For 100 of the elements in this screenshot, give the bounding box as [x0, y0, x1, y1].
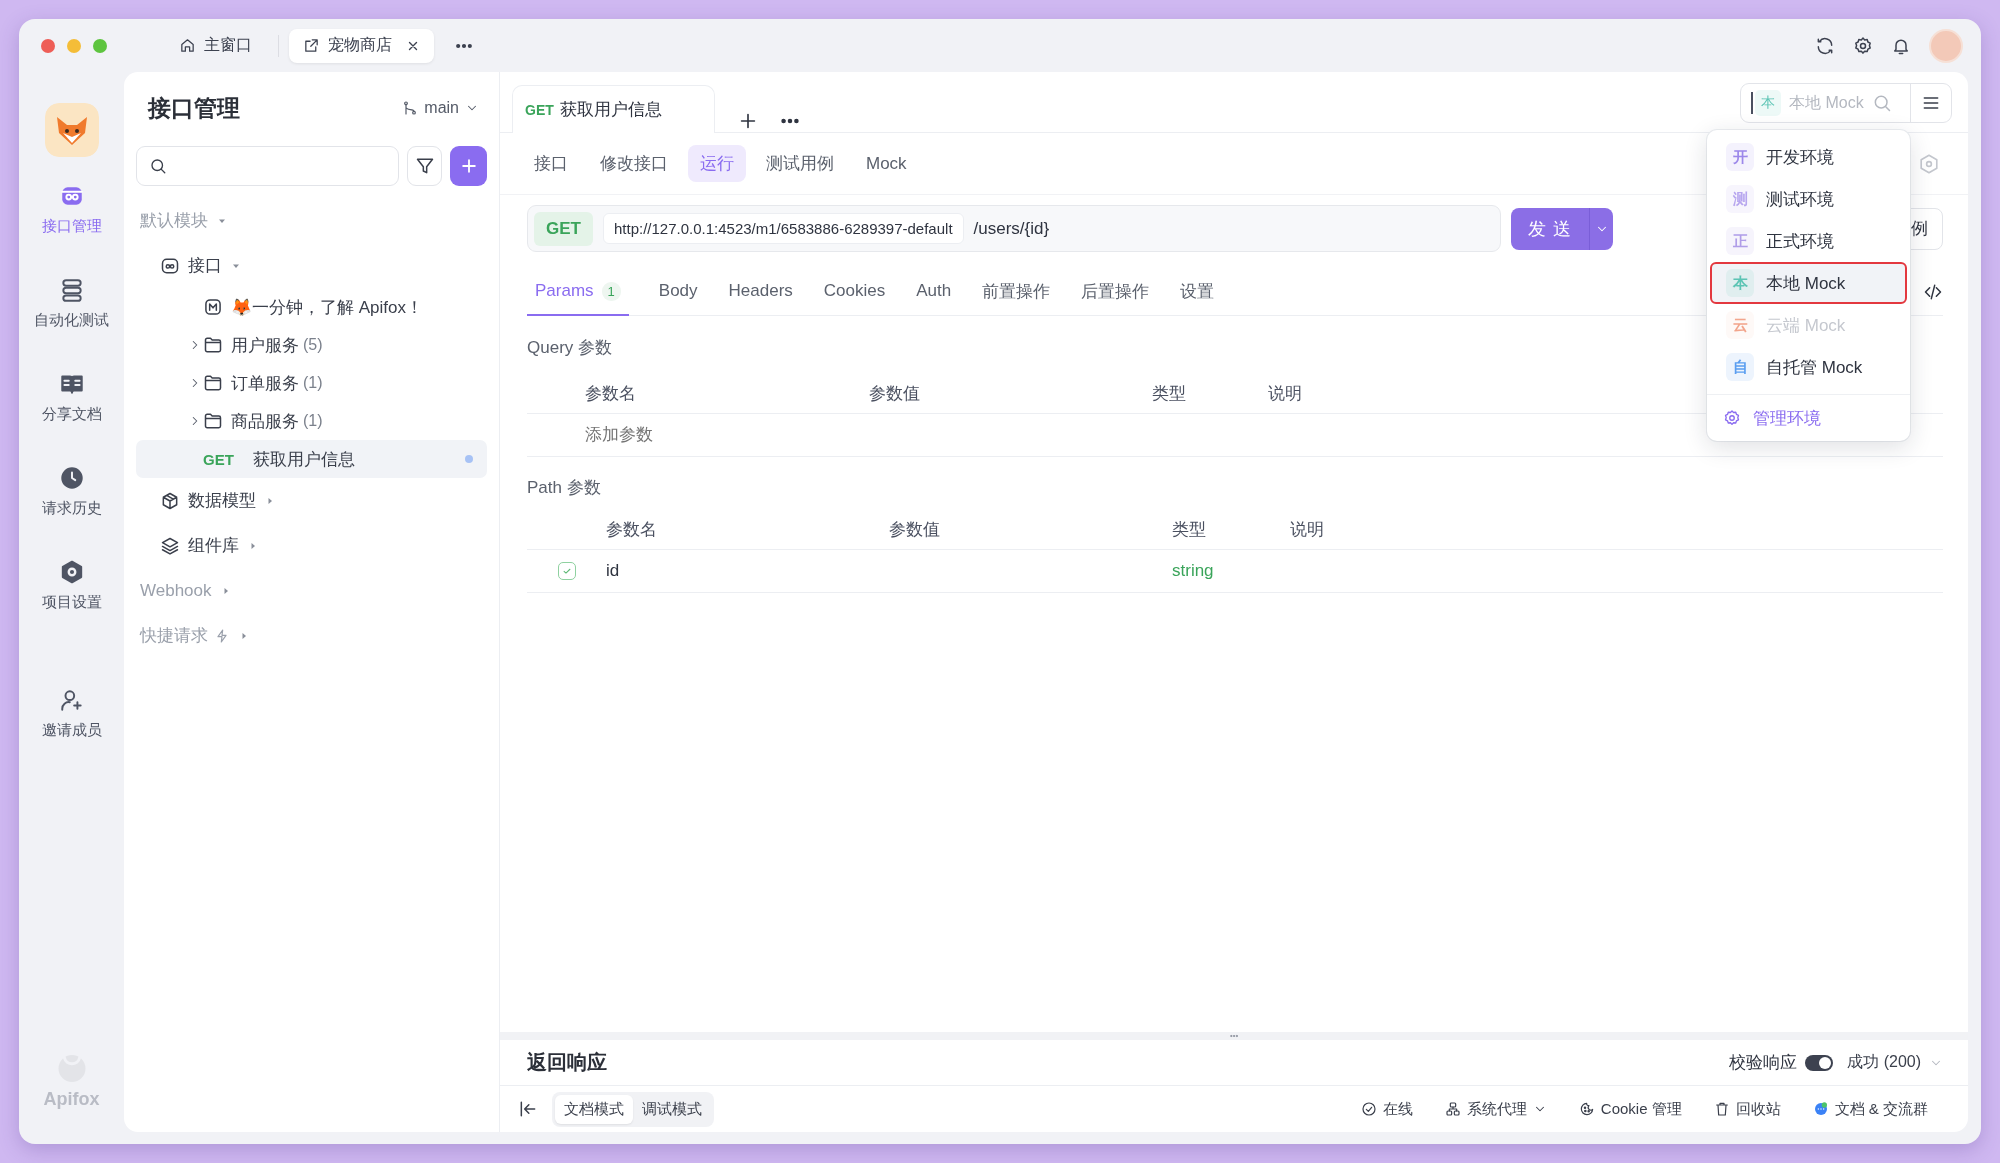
close-window-button[interactable]	[41, 38, 55, 53]
item-label: 组件库	[188, 535, 239, 557]
chat-icon	[1812, 1101, 1829, 1117]
nav-item[interactable]: 请求历史	[41, 465, 102, 518]
folder-icon	[203, 373, 223, 393]
nav-item[interactable]: 接口管理	[41, 183, 102, 236]
item-label: 商品服务	[231, 410, 299, 433]
item-label: 获取用户信息	[253, 448, 355, 471]
environment-option[interactable]: 本 本地 Mock	[1710, 262, 1907, 304]
environment-badge: 正	[1726, 227, 1754, 255]
tree-item[interactable]: 🦊一分钟，了解 Apifox！	[136, 288, 487, 326]
tree-item[interactable]: 商品服务 (1)	[136, 402, 487, 440]
nav-item[interactable]: 自动化测试	[34, 277, 109, 330]
tab[interactable]: 后置操作	[1080, 268, 1151, 316]
tree-item[interactable]: 用户服务 (5)	[136, 326, 487, 364]
settings-icon[interactable]	[1853, 35, 1873, 56]
tree-item[interactable]: 组件库	[136, 523, 487, 568]
tab[interactable]: 前置操作	[981, 268, 1052, 316]
check-circle-icon	[1360, 1101, 1377, 1117]
item-count: (1)	[303, 412, 323, 430]
add-button[interactable]	[450, 146, 487, 186]
panel-title: 接口管理	[148, 93, 241, 123]
base-url: http://127.0.0.1:4523/m1/6583886-6289397-default	[602, 213, 964, 244]
mode-tab[interactable]: 调试模式	[633, 1094, 711, 1124]
tree-item[interactable]: 订单服务 (1)	[136, 364, 487, 402]
status-item[interactable]: 文档 & 交流群	[1812, 1099, 1928, 1119]
item-label: 接口	[188, 255, 222, 277]
mode-tab[interactable]: 文档模式	[555, 1094, 633, 1124]
url-path: /users/{id}	[973, 218, 1050, 239]
folder-icon	[203, 411, 223, 431]
tab[interactable]: 接口	[522, 145, 580, 182]
column-header: 类型	[1172, 518, 1207, 541]
lightning-icon	[214, 627, 230, 644]
column-header: 说明	[1290, 518, 1325, 541]
column-header: 参数值	[889, 518, 941, 541]
item-label: 订单服务	[231, 372, 299, 395]
tab[interactable]: Params 1	[527, 268, 629, 316]
environment-option[interactable]: 自 自托管 Mock	[1710, 346, 1907, 388]
status-item[interactable]: 在线	[1360, 1099, 1413, 1119]
item-label: 快捷请求	[140, 625, 208, 647]
refresh-icon[interactable]	[1815, 35, 1835, 56]
url-field[interactable]: GET http://127.0.0.1:4523/m1/6583886-6289397-default /users/{id}	[527, 205, 1501, 252]
request-tab[interactable]: GET 获取用户信息	[512, 85, 715, 133]
window-tab[interactable]: 宠物商店	[289, 28, 434, 63]
gear-icon	[1723, 409, 1741, 427]
tab[interactable]: Cookies	[822, 268, 887, 316]
environment-badge: 开	[1726, 143, 1754, 171]
cookie-icon	[1578, 1101, 1595, 1117]
status-item[interactable]: 回收站	[1713, 1099, 1781, 1119]
checkbox[interactable]	[557, 562, 576, 580]
maximize-window-button[interactable]	[93, 38, 107, 53]
tab[interactable]: 修改接口	[588, 145, 680, 182]
column-header: 类型	[1152, 382, 1187, 405]
section-title: 返回响应	[527, 1050, 608, 1075]
environment-badge: 本	[1755, 90, 1781, 116]
filter-button[interactable]	[407, 146, 443, 186]
filter-icon	[414, 156, 435, 176]
tab[interactable]: Mock	[854, 146, 919, 181]
environment-option[interactable]: 正 正式环境	[1710, 220, 1907, 262]
user-add-icon	[58, 687, 85, 713]
network-icon	[1444, 1101, 1461, 1117]
nav-item[interactable]: 邀请成员	[41, 687, 102, 740]
tab[interactable]: Headers	[727, 268, 794, 316]
tree-item[interactable]: 接口	[136, 243, 487, 288]
column-header: 参数名	[606, 518, 658, 541]
item-label: 用户服务	[231, 334, 299, 357]
item-label: Webhook	[140, 580, 212, 601]
table-cell-text: string	[1172, 561, 1215, 581]
tab[interactable]: Auth	[915, 268, 953, 316]
tab[interactable]: 测试用例	[754, 145, 846, 182]
toggle[interactable]	[1805, 1054, 1834, 1071]
search-field[interactable]	[136, 146, 399, 186]
nav-item[interactable]: 分享文档	[41, 371, 102, 424]
tree-item[interactable]: GET 获取用户信息	[136, 440, 487, 478]
item-count: (1)	[303, 374, 323, 392]
status-item[interactable]: 系统代理	[1444, 1099, 1547, 1119]
clock-icon	[58, 465, 85, 491]
environment-badge: 测	[1726, 185, 1754, 213]
environment-option[interactable]: 测 测试环境	[1710, 178, 1907, 220]
item-label: 数据模型	[188, 490, 256, 512]
branch-icon	[402, 100, 419, 116]
search-icon	[149, 157, 167, 175]
m-document-icon	[203, 297, 223, 317]
status-item[interactable]: Cookie 管理	[1578, 1099, 1682, 1119]
folder-icon	[203, 335, 223, 355]
tab[interactable]: Body	[657, 268, 699, 316]
brand-name: Apifox	[43, 1089, 100, 1110]
window-tab[interactable]: 主窗口	[165, 28, 266, 63]
column-header: 参数名	[585, 382, 637, 405]
section-title: Path 参数	[527, 477, 602, 499]
tree-item[interactable]: 数据模型	[136, 478, 487, 523]
add-parameter-field[interactable]: 添加参数	[585, 425, 785, 445]
branch-selector[interactable]: main	[398, 99, 483, 117]
tab[interactable]: 设置	[1179, 268, 1216, 316]
column-header: 参数值	[869, 382, 921, 405]
collapse-left-icon[interactable]	[518, 1099, 538, 1119]
environment-option[interactable]: 开 开发环境	[1710, 136, 1907, 178]
status-selector[interactable]: 成功 (200)	[1847, 1052, 1943, 1073]
manage-environments-link[interactable]: 管理环境	[1707, 395, 1910, 441]
nav-item[interactable]: 项目设置	[41, 559, 102, 612]
